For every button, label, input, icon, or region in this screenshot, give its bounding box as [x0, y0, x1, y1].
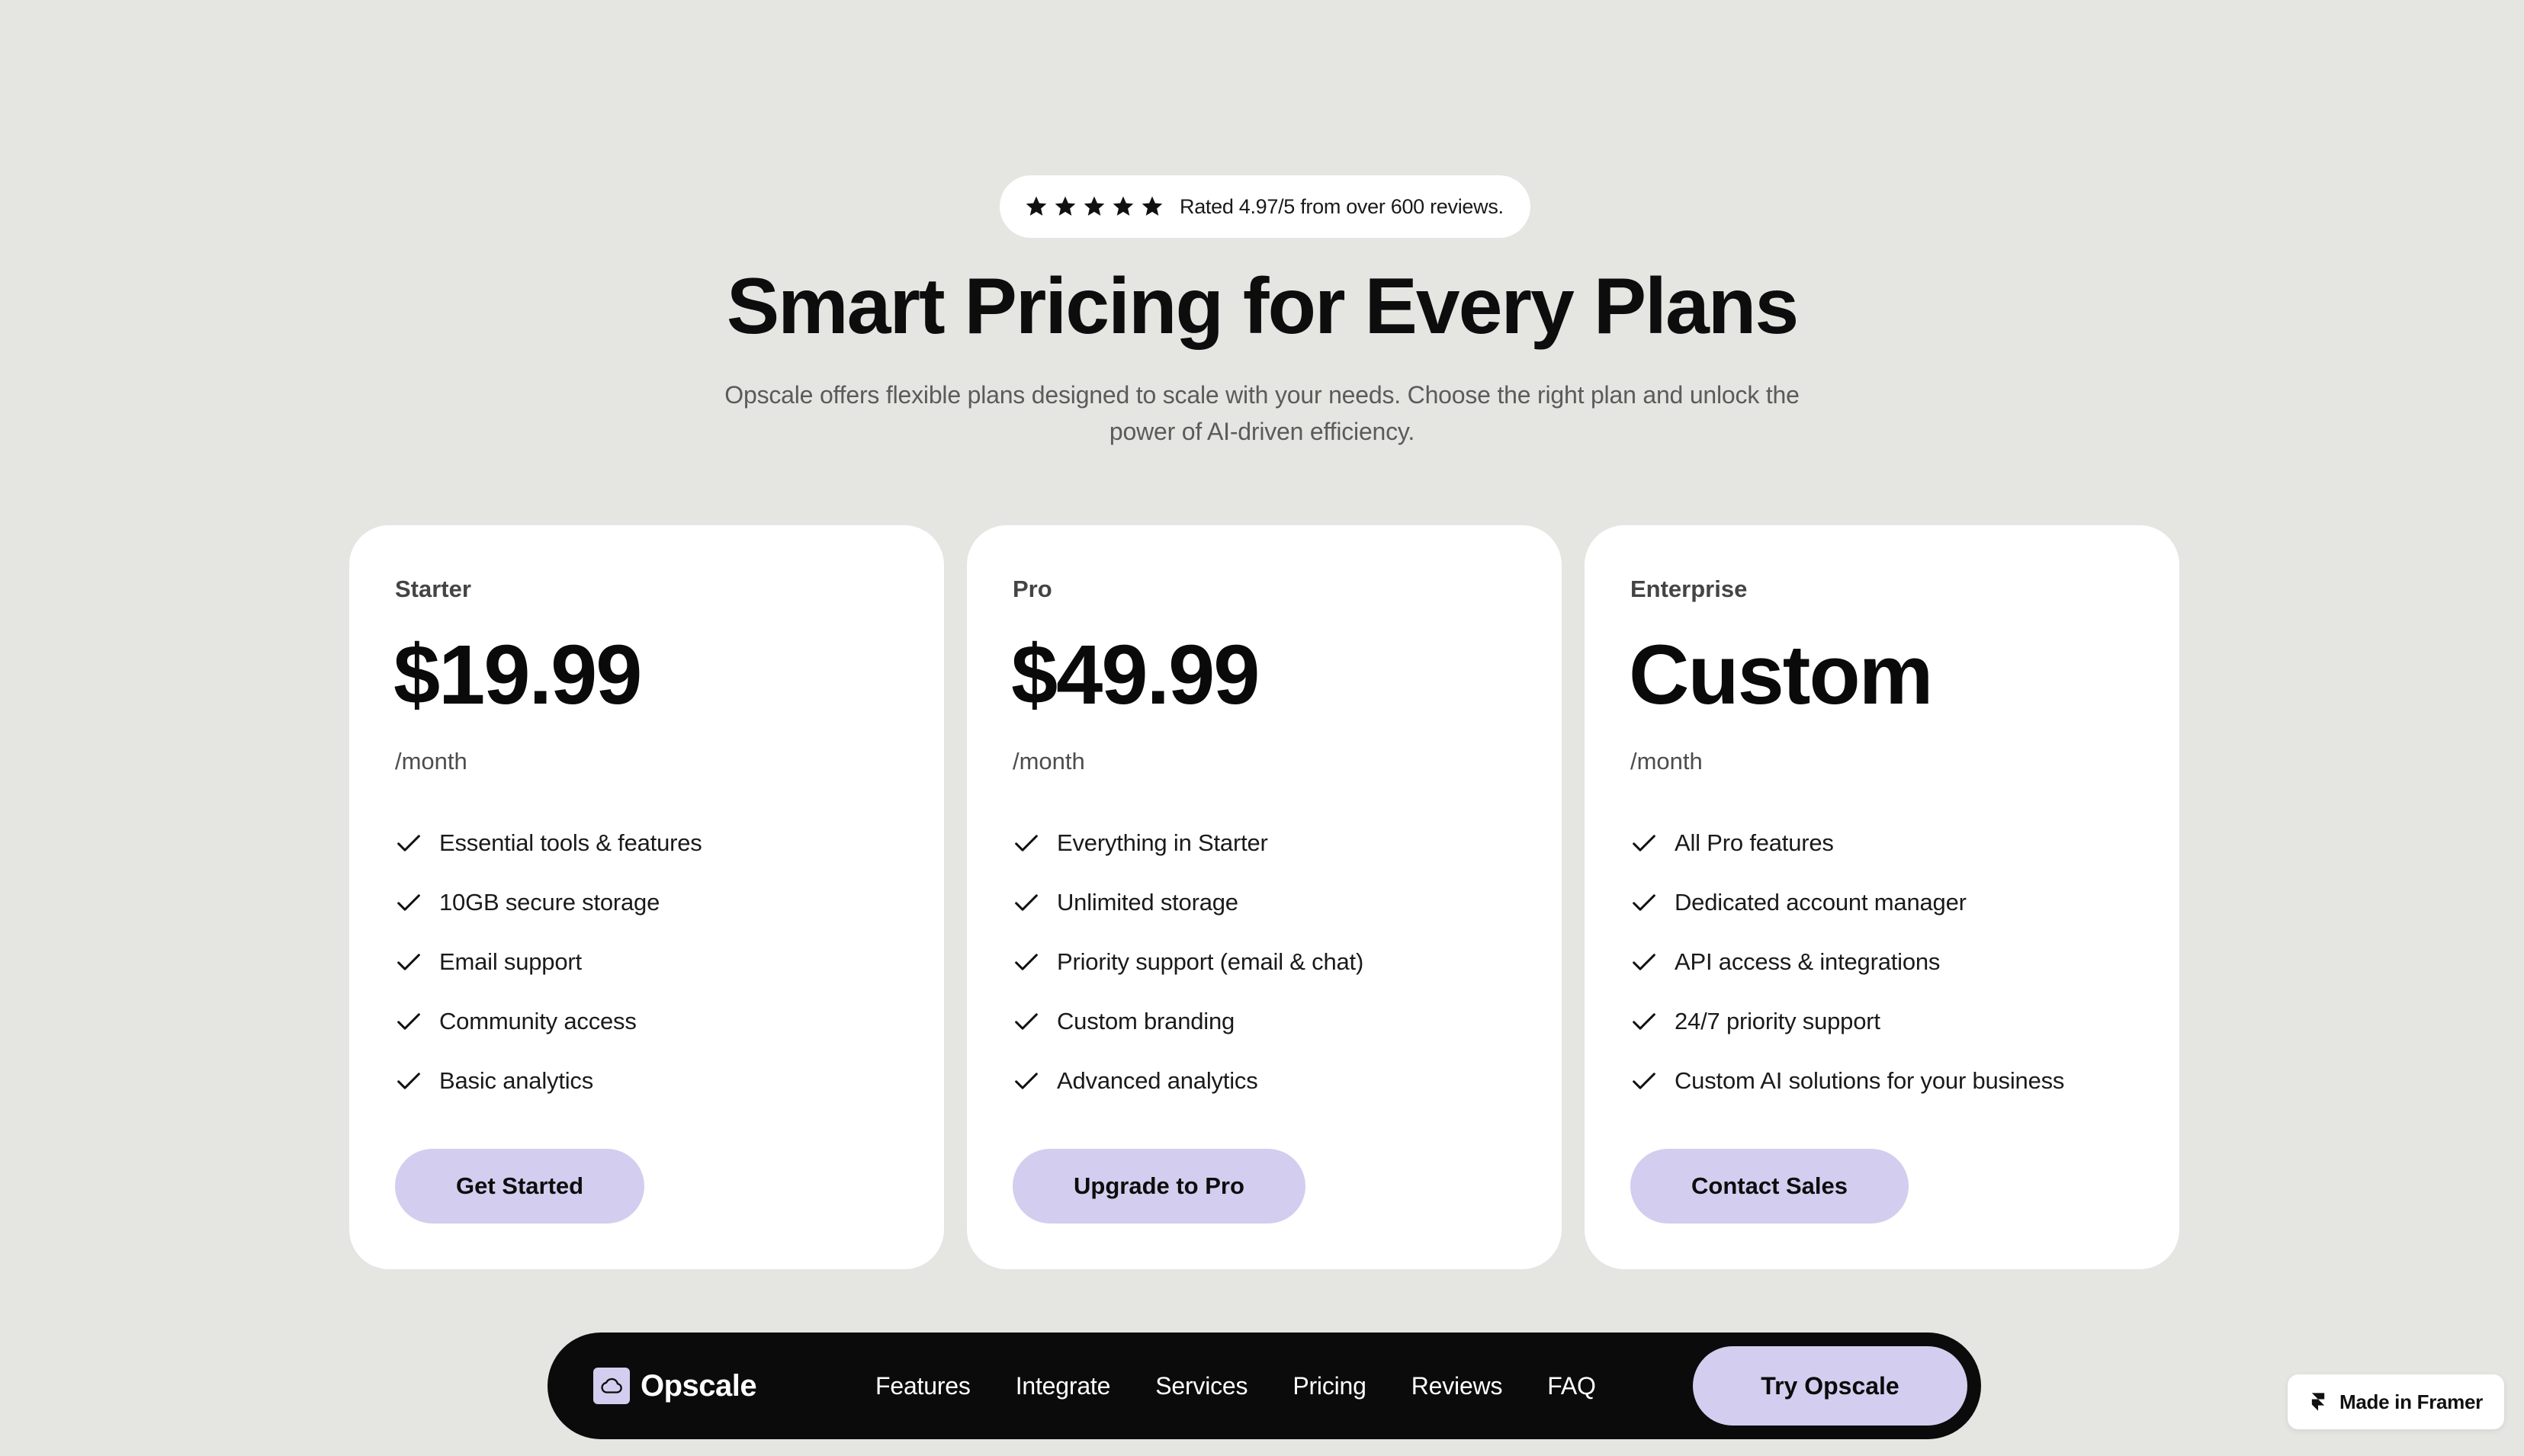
star-icon: [1140, 194, 1164, 219]
feature-label: Email support: [439, 948, 582, 975]
check-icon: [1011, 947, 1042, 977]
rating-stars: [1024, 194, 1164, 219]
upgrade-to-pro-button[interactable]: Upgrade to Pro: [1013, 1149, 1305, 1223]
plan-period: /month: [395, 748, 467, 775]
feature-label: Basic analytics: [439, 1067, 594, 1094]
feature-label: Unlimited storage: [1057, 889, 1238, 916]
check-icon: [393, 828, 424, 858]
check-icon: [1629, 828, 1659, 858]
plan-period: /month: [1013, 748, 1085, 775]
framer-label: Made in Framer: [2339, 1390, 2483, 1413]
feature-label: Priority support (email & chat): [1057, 948, 1364, 975]
feature-item: Everything in Starter: [1011, 813, 1363, 873]
feature-item: Email support: [393, 932, 702, 992]
feature-item: Advanced analytics: [1011, 1051, 1363, 1111]
feature-item: All Pro features: [1629, 813, 2064, 873]
feature-label: Dedicated account manager: [1675, 889, 1967, 916]
star-icon: [1111, 194, 1135, 219]
plan-name: Starter: [395, 576, 471, 602]
nav-link-features[interactable]: Features: [875, 1372, 971, 1400]
feature-label: All Pro features: [1675, 829, 1834, 856]
plan-price: $49.99: [1011, 628, 1260, 722]
check-icon: [393, 947, 424, 977]
rating-pill: Rated 4.97/5 from over 600 reviews.: [1000, 175, 1530, 238]
feature-item: 24/7 priority support: [1629, 992, 2064, 1051]
framer-icon: [2307, 1391, 2329, 1413]
page-subtitle: Opscale offers flexible plans designed t…: [724, 377, 1800, 450]
page-title: Smart Pricing for Every Plans: [726, 262, 1799, 351]
check-icon: [1011, 1066, 1042, 1096]
plan-name: Enterprise: [1630, 576, 1748, 602]
star-icon: [1024, 194, 1048, 219]
star-icon: [1053, 194, 1077, 219]
plan-price: $19.99: [393, 628, 642, 722]
check-icon: [393, 887, 424, 918]
plan-name: Pro: [1013, 576, 1052, 602]
pricing-card-enterprise: Enterprise Custom /month All Pro feature…: [1585, 525, 2179, 1269]
subtitle-line-2: power of AI-driven efficiency.: [1109, 418, 1415, 445]
made-in-framer-badge[interactable]: Made in Framer: [2288, 1374, 2504, 1429]
check-icon: [393, 1006, 424, 1037]
brand-name: Opscale: [641, 1368, 757, 1403]
feature-list: All Pro features Dedicated account manag…: [1629, 813, 2064, 1111]
rating-text: Rated 4.97/5 from over 600 reviews.: [1180, 194, 1504, 218]
plan-period: /month: [1630, 748, 1703, 775]
feature-item: Essential tools & features: [393, 813, 702, 873]
get-started-button[interactable]: Get Started: [395, 1149, 645, 1223]
try-opscale-button[interactable]: Try Opscale: [1693, 1346, 1967, 1426]
check-icon: [1629, 887, 1659, 918]
feature-item: Community access: [393, 992, 702, 1051]
feature-item: Basic analytics: [393, 1051, 702, 1111]
nav-link-faq[interactable]: FAQ: [1547, 1372, 1596, 1400]
plan-price: Custom: [1629, 628, 1933, 722]
feature-item: Priority support (email & chat): [1011, 932, 1363, 992]
subtitle-line-1: Opscale offers flexible plans designed t…: [724, 381, 1800, 409]
nav-link-services[interactable]: Services: [1155, 1372, 1248, 1400]
cloud-icon: [593, 1368, 630, 1404]
feature-label: 24/7 priority support: [1675, 1008, 1880, 1034]
feature-item: Unlimited storage: [1011, 873, 1363, 932]
check-icon: [1629, 947, 1659, 977]
feature-label: Essential tools & features: [439, 829, 702, 856]
feature-label: API access & integrations: [1675, 948, 1941, 975]
feature-item: Custom AI solutions for your business: [1629, 1051, 2064, 1111]
feature-item: Custom branding: [1011, 992, 1363, 1051]
pricing-card-starter: Starter $19.99 /month Essential tools & …: [349, 525, 944, 1269]
feature-label: Custom AI solutions for your business: [1675, 1067, 2065, 1094]
star-icon: [1082, 194, 1106, 219]
feature-item: 10GB secure storage: [393, 873, 702, 932]
feature-label: Everything in Starter: [1057, 829, 1268, 856]
nav-links: Features Integrate Services Pricing Revi…: [875, 1333, 1596, 1439]
check-icon: [1629, 1006, 1659, 1037]
nav-link-integrate[interactable]: Integrate: [1016, 1372, 1111, 1400]
nav-link-pricing[interactable]: Pricing: [1293, 1372, 1366, 1400]
brand-logo-link[interactable]: Opscale: [593, 1333, 757, 1439]
bottom-navbar: Opscale Features Integrate Services Pric…: [548, 1333, 1981, 1439]
feature-item: Dedicated account manager: [1629, 873, 2064, 932]
pricing-card-pro: Pro $49.99 /month Everything in Starter …: [967, 525, 1562, 1269]
check-icon: [1011, 1006, 1042, 1037]
check-icon: [393, 1066, 424, 1096]
feature-label: Advanced analytics: [1057, 1067, 1258, 1094]
check-icon: [1011, 828, 1042, 858]
check-icon: [1629, 1066, 1659, 1096]
feature-list: Everything in Starter Unlimited storage …: [1011, 813, 1363, 1111]
nav-link-reviews[interactable]: Reviews: [1411, 1372, 1503, 1400]
feature-label: 10GB secure storage: [439, 889, 660, 916]
feature-label: Custom branding: [1057, 1008, 1235, 1034]
check-icon: [1011, 887, 1042, 918]
feature-label: Community access: [439, 1008, 637, 1034]
feature-item: API access & integrations: [1629, 932, 2064, 992]
feature-list: Essential tools & features 10GB secure s…: [393, 813, 702, 1111]
contact-sales-button[interactable]: Contact Sales: [1630, 1149, 1909, 1223]
